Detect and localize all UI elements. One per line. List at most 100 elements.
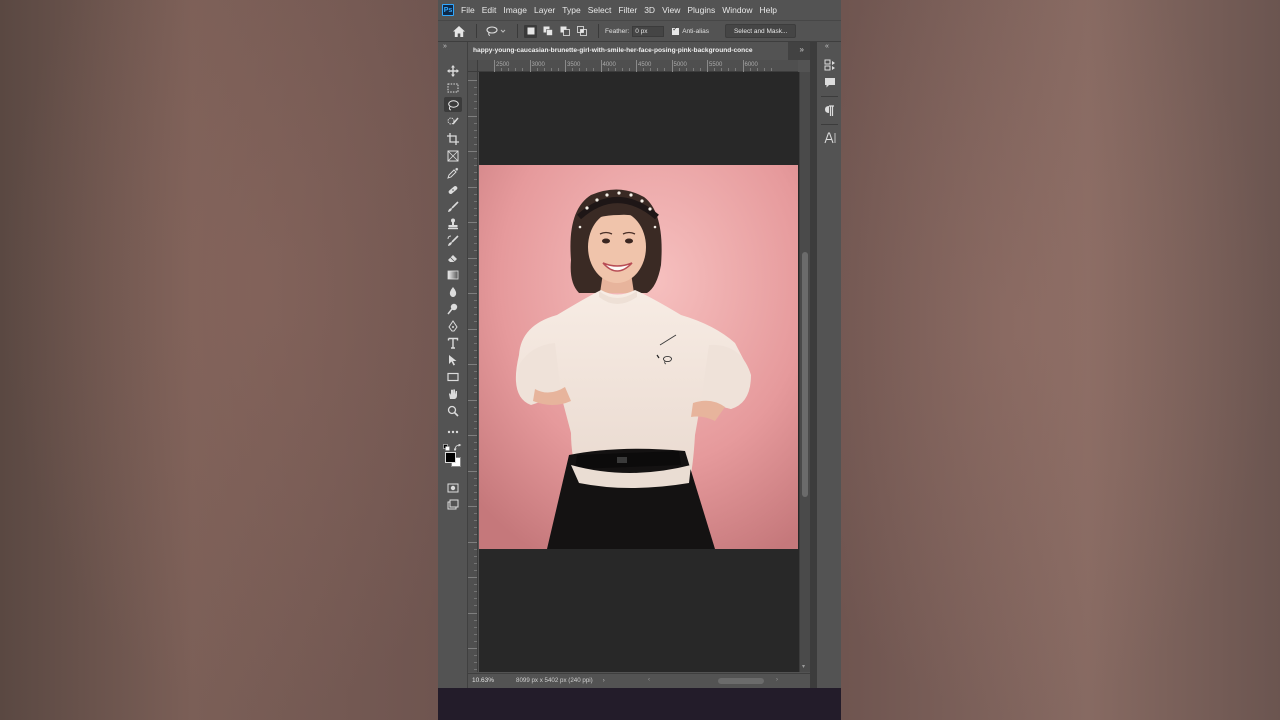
- ruler-tick: [468, 399, 477, 401]
- eyedropper-icon[interactable]: [444, 165, 462, 180]
- ruler-tick: [468, 80, 477, 81]
- ruler-minor-tick: [664, 68, 666, 71]
- ruler-minor-tick: [474, 314, 477, 316]
- document-tab[interactable]: happy-young-caucasian-brunette-girl-with…: [468, 42, 788, 60]
- ruler-minor-tick: [474, 640, 477, 642]
- comments-icon[interactable]: [823, 76, 837, 90]
- menu-edit[interactable]: Edit: [482, 5, 497, 15]
- zoom-level[interactable]: 10.63%: [472, 677, 510, 684]
- menu-window[interactable]: Window: [722, 5, 752, 15]
- canvas-area[interactable]: [479, 72, 799, 672]
- crop-tool-icon[interactable]: [444, 131, 462, 146]
- expand-panels-icon[interactable]: «: [825, 43, 829, 50]
- subtract-selection-button[interactable]: [558, 25, 571, 38]
- photoshop-logo-icon[interactable]: Ps: [442, 4, 454, 16]
- add-to-selection-button[interactable]: [541, 25, 554, 38]
- ruler-minor-tick: [474, 321, 477, 323]
- ruler-minor-tick: [474, 200, 477, 202]
- horizontal-scroll-thumb[interactable]: [718, 678, 764, 684]
- ruler-minor-tick: [474, 179, 477, 181]
- menu-view[interactable]: View: [662, 5, 680, 15]
- new-selection-button[interactable]: [524, 24, 537, 38]
- scroll-left-icon[interactable]: ‹: [648, 677, 650, 683]
- ruler-minor-tick: [474, 655, 477, 657]
- options-divider: [476, 24, 477, 38]
- ruler-tick: [636, 60, 637, 72]
- dodge-tool-icon[interactable]: [444, 301, 462, 316]
- history-icon[interactable]: [823, 58, 837, 72]
- paragraph-icon[interactable]: [823, 104, 837, 118]
- history-brush-icon[interactable]: [444, 233, 462, 248]
- vertical-ruler[interactable]: [468, 72, 478, 672]
- foreground-color-swatch[interactable]: [445, 452, 456, 463]
- select-and-mask-button[interactable]: Select and Mask...: [724, 24, 797, 38]
- ruler-tick: [468, 257, 477, 259]
- ruler-corner[interactable]: [468, 60, 478, 72]
- menu-select[interactable]: Select: [588, 5, 612, 15]
- frame-tool-icon[interactable]: [444, 148, 462, 163]
- menu-layer[interactable]: Layer: [534, 5, 555, 15]
- quick-mask-icon[interactable]: [444, 480, 462, 495]
- ruler-minor-tick: [474, 94, 477, 96]
- woman-photo: [479, 165, 798, 549]
- ruler-minor-tick: [474, 307, 477, 309]
- swap-colors-icon[interactable]: [454, 444, 462, 451]
- eraser-icon[interactable]: [444, 250, 462, 265]
- options-divider: [517, 24, 518, 38]
- status-menu-icon[interactable]: ›: [603, 678, 605, 684]
- scroll-down-icon[interactable]: ▾: [802, 663, 805, 670]
- anti-alias-checkbox[interactable]: [672, 25, 680, 35]
- zoom-tool-icon[interactable]: [444, 403, 462, 418]
- pen-tool-icon[interactable]: [444, 318, 462, 333]
- menu-3d[interactable]: 3D: [644, 5, 655, 15]
- intersect-selection-button[interactable]: [575, 25, 588, 38]
- panel-separator: [821, 124, 838, 125]
- collapse-icon[interactable]: »: [443, 43, 447, 50]
- menu-image[interactable]: Image: [503, 5, 527, 15]
- ruler-minor-tick: [579, 68, 581, 71]
- type-tool-icon[interactable]: [444, 335, 462, 350]
- blur-tool-icon[interactable]: [444, 284, 462, 299]
- menu-type[interactable]: Type: [562, 5, 580, 15]
- menu-plugins[interactable]: Plugins: [687, 5, 715, 15]
- feather-input[interactable]: 0 px: [632, 25, 665, 37]
- taskbar-strip: [438, 688, 841, 720]
- lasso-cursor-icon: [663, 355, 672, 365]
- vertical-scrollbar[interactable]: ▾: [799, 72, 810, 672]
- hand-tool-icon[interactable]: [444, 386, 462, 401]
- more-tools-icon[interactable]: [444, 424, 462, 439]
- tool-preset-picker[interactable]: [483, 23, 511, 39]
- brush-tool-icon[interactable]: [444, 199, 462, 214]
- ruler-minor-tick: [522, 68, 524, 71]
- quick-selection-icon[interactable]: [444, 114, 462, 129]
- document-image[interactable]: [479, 165, 798, 549]
- horizontal-scrollbar[interactable]: ‹ ›: [648, 677, 778, 684]
- rectangular-marquee-icon[interactable]: [444, 80, 462, 95]
- horizontal-ruler[interactable]: 2500 3000 3500 4000 4500 5000 5500 6000: [478, 60, 798, 72]
- default-colors-icon[interactable]: [443, 444, 450, 451]
- menu-file[interactable]: File: [461, 5, 475, 15]
- scroll-right-icon[interactable]: ›: [776, 677, 778, 683]
- lasso-tool-icon[interactable]: [444, 97, 462, 112]
- ruler-tick: [468, 186, 477, 188]
- ruler-minor-tick: [474, 129, 477, 131]
- ruler-minor-tick: [474, 442, 477, 444]
- path-selection-icon[interactable]: [444, 352, 462, 367]
- more-tabs-icon[interactable]: »: [800, 45, 804, 54]
- rectangle-tool-icon[interactable]: [444, 369, 462, 384]
- menu-help[interactable]: Help: [759, 5, 776, 15]
- ruler-minor-tick: [749, 68, 751, 71]
- ruler-minor-tick: [474, 591, 477, 593]
- gradient-tool-icon[interactable]: [444, 267, 462, 282]
- ruler-tick: [468, 506, 477, 507]
- character-icon[interactable]: [823, 131, 837, 145]
- ruler-minor-tick: [474, 562, 477, 564]
- home-button[interactable]: [448, 21, 470, 41]
- spot-healing-icon[interactable]: [444, 182, 462, 197]
- move-tool-icon[interactable]: [444, 63, 462, 78]
- menu-filter[interactable]: Filter: [618, 5, 637, 15]
- vertical-scroll-thumb[interactable]: [802, 252, 808, 497]
- ruler-minor-tick: [721, 68, 723, 71]
- screen-mode-icon[interactable]: [444, 497, 462, 512]
- clone-stamp-icon[interactable]: [444, 216, 462, 231]
